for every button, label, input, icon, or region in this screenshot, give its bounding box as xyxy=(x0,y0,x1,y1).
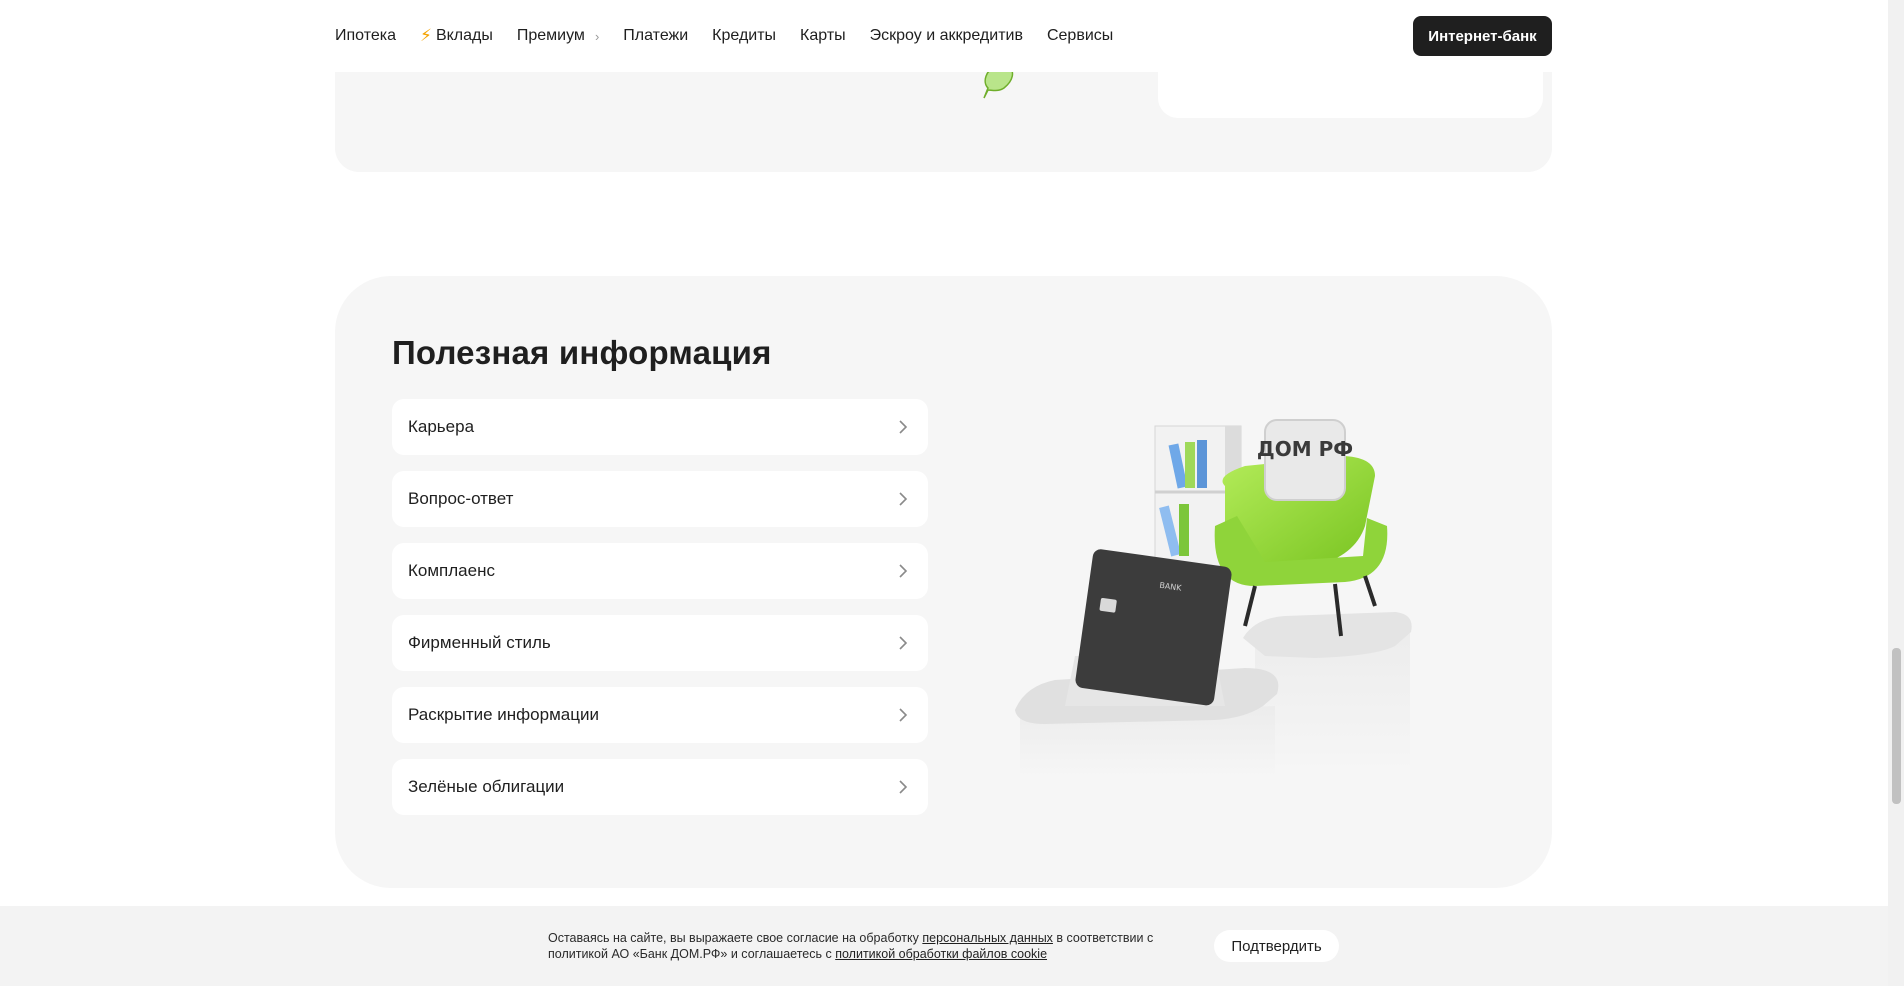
map-pin-icon xyxy=(983,66,1014,99)
illustration: ДОМ РФ BANK xyxy=(1015,419,1412,778)
cookie-policy-link[interactable]: политикой обработки файлов cookie xyxy=(835,947,1047,961)
nav-label: Вклады xyxy=(435,27,493,44)
personal-data-link[interactable]: персональных данных xyxy=(922,931,1053,945)
link-green-bonds[interactable]: Зелёные облигации xyxy=(392,759,928,815)
logo-text: ДОМ РФ xyxy=(1257,437,1353,461)
chevron-right-icon xyxy=(899,636,908,650)
nav-label: Эскроу и аккредитив xyxy=(869,27,1023,44)
site-header: Ипотека ⚡ Вклады Премиум › Платежи Кредиты… xyxy=(0,0,1888,72)
internet-bank-button[interactable]: Интернет-банк xyxy=(1413,16,1552,56)
chevron-right-icon xyxy=(899,708,908,722)
link-career[interactable]: Карьера xyxy=(392,399,928,455)
link-label: Карьера xyxy=(408,417,475,436)
link-faq[interactable]: Вопрос-ответ xyxy=(392,471,928,527)
nav-item-payments[interactable]: Платежи xyxy=(623,27,688,45)
nav-item-escrow[interactable]: Эскроу и аккредитив xyxy=(870,27,1023,45)
nav-item-loans[interactable]: Кредиты xyxy=(712,27,776,45)
link-label: Зелёные облигации xyxy=(408,777,565,796)
nav-item-deposits[interactable]: ⚡ Вклады xyxy=(420,26,493,46)
link-label: Комплаенс xyxy=(408,561,495,580)
cookie-text: Оставаясь на сайте, вы выражаете свое со… xyxy=(548,930,1188,962)
cookie-text-part: Оставаясь на сайте, вы выражаете свое со… xyxy=(548,931,919,945)
main-nav: Ипотека ⚡ Вклады Премиум › Платежи Кредиты… xyxy=(335,0,1113,72)
nav-label: Карты xyxy=(800,27,846,44)
nav-label: Ипотека xyxy=(335,27,397,44)
nav-label: Премиум xyxy=(516,27,585,44)
link-disclosure[interactable]: Раскрытие информации xyxy=(392,687,928,743)
link-compliance[interactable]: Комплаенс xyxy=(392,543,928,599)
chevron-right-icon xyxy=(899,420,908,434)
chevron-right-icon: › xyxy=(594,28,600,44)
nav-label: Платежи xyxy=(623,27,689,44)
scrollbar[interactable] xyxy=(1888,0,1904,986)
chevron-right-icon xyxy=(899,564,908,578)
nav-label: Сервисы xyxy=(1046,27,1114,44)
link-brand-style[interactable]: Фирменный стиль xyxy=(392,615,928,671)
section-title: Полезная информация xyxy=(392,334,772,371)
nav-item-premium[interactable]: Премиум › xyxy=(517,27,599,45)
scrollbar-thumb[interactable] xyxy=(1892,648,1901,804)
link-label: Фирменный стиль xyxy=(408,633,551,652)
chevron-right-icon xyxy=(899,780,908,794)
cookie-banner: Оставаясь на сайте, вы выражаете свое со… xyxy=(0,906,1888,986)
confirm-button[interactable]: Подтвердить xyxy=(1214,930,1339,962)
nav-item-mortgage[interactable]: Ипотека xyxy=(335,27,396,45)
info-links-list: Карьера Вопрос-ответ Комплаенс Фирменный… xyxy=(392,399,928,831)
nav-item-cards[interactable]: Карты xyxy=(800,27,846,45)
nav-label: Кредиты xyxy=(712,27,777,44)
link-label: Раскрытие информации xyxy=(408,705,599,724)
lightning-icon: ⚡ xyxy=(420,26,432,45)
chevron-right-icon xyxy=(899,492,908,506)
nav-item-services[interactable]: Сервисы xyxy=(1047,27,1113,45)
useful-info-section: Полезная информация Карьера Вопрос-ответ… xyxy=(335,276,1552,888)
link-label: Вопрос-ответ xyxy=(408,489,514,508)
